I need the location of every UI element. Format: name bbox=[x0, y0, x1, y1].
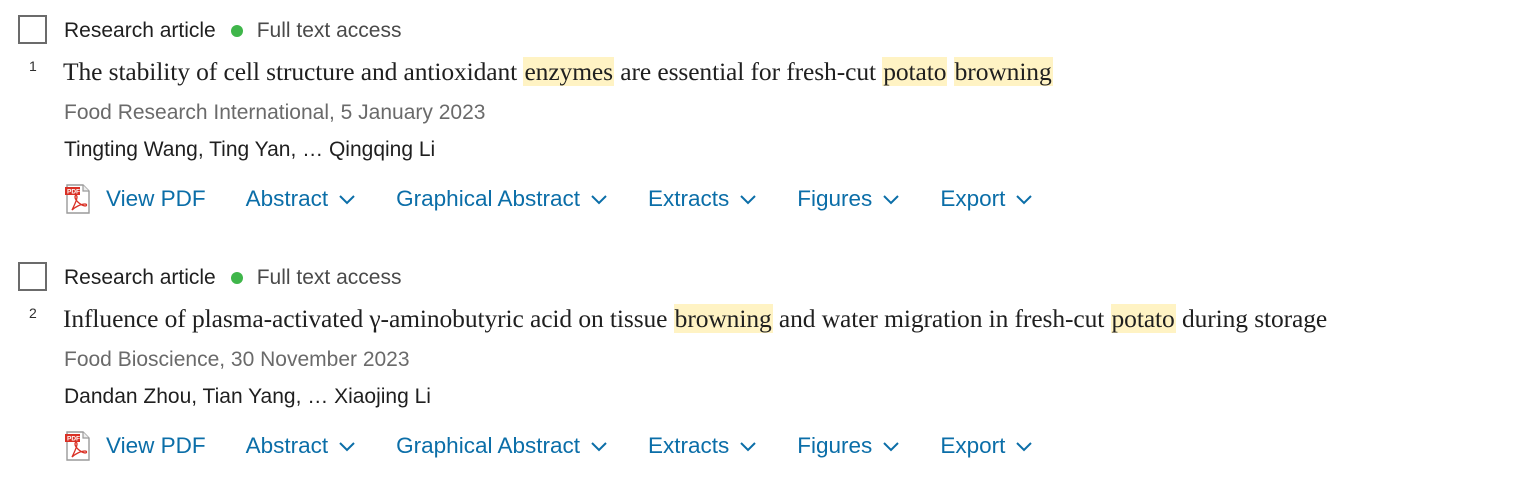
journal-source: Food Research International, 5 January 2… bbox=[64, 101, 486, 124]
svg-text:PDF: PDF bbox=[67, 436, 80, 443]
abstract-toggle[interactable]: Abstract bbox=[246, 433, 357, 459]
export-label: Export bbox=[940, 433, 1006, 458]
chevron-down-icon bbox=[591, 195, 607, 205]
article-type: Research article bbox=[64, 19, 216, 42]
article-type: Research article bbox=[64, 266, 216, 289]
authors: Dandan Zhou, Tian Yang, … Xiaojing Li bbox=[64, 385, 431, 408]
article-title-link[interactable]: The stability of cell structure and anti… bbox=[63, 57, 1053, 87]
article-meta: Research article Full text access bbox=[64, 266, 401, 290]
article-title-link[interactable]: Influence of plasma-activated γ-aminobut… bbox=[63, 304, 1327, 334]
title-text bbox=[947, 57, 953, 86]
result-index: 1 bbox=[29, 58, 37, 74]
extracts-label: Extracts bbox=[648, 186, 730, 211]
chevron-down-icon bbox=[883, 442, 900, 452]
chevron-down-icon bbox=[740, 195, 756, 205]
result-index: 2 bbox=[29, 305, 37, 321]
title-text: The stability of cell structure and anti… bbox=[63, 57, 524, 86]
chevron-down-icon bbox=[1016, 195, 1033, 205]
figures-toggle[interactable]: Figures bbox=[797, 186, 900, 212]
authors: Tingting Wang, Ting Yan, … Qingqing Li bbox=[64, 138, 436, 161]
chevron-down-icon bbox=[339, 442, 355, 452]
title-text: and water migration in fresh-cut bbox=[772, 304, 1111, 333]
action-bar: PDF View PDF Abstract Graphical Abstract… bbox=[64, 183, 1073, 215]
view-pdf-link[interactable]: PDF View PDF bbox=[64, 431, 206, 461]
search-result: 1 Research article Full text access The … bbox=[0, 0, 1536, 240]
abstract-label: Abstract bbox=[245, 186, 329, 211]
abstract-label: Abstract bbox=[245, 433, 329, 458]
action-bar: PDF View PDF Abstract Graphical Abstract… bbox=[64, 430, 1073, 462]
extracts-toggle[interactable]: Extracts bbox=[648, 186, 757, 212]
extracts-toggle[interactable]: Extracts bbox=[648, 433, 757, 459]
view-pdf-label: View PDF bbox=[106, 186, 206, 211]
svg-text:PDF: PDF bbox=[67, 189, 80, 196]
chevron-down-icon bbox=[591, 442, 607, 452]
view-pdf-link[interactable]: PDF View PDF bbox=[64, 184, 206, 214]
view-pdf-label: View PDF bbox=[106, 433, 206, 458]
search-result: 2 Research article Full text access Infl… bbox=[0, 247, 1536, 487]
title-highlight: potato bbox=[882, 57, 948, 86]
graphical-abstract-label: Graphical Abstract bbox=[396, 433, 580, 458]
abstract-toggle[interactable]: Abstract bbox=[246, 186, 357, 212]
title-highlight: browning bbox=[953, 57, 1053, 86]
access-label: Full text access bbox=[256, 19, 402, 42]
figures-label: Figures bbox=[797, 186, 873, 211]
figures-label: Figures bbox=[797, 433, 873, 458]
graphical-abstract-toggle[interactable]: Graphical Abstract bbox=[396, 433, 608, 459]
title-text: are essential for fresh-cut bbox=[613, 57, 883, 86]
title-text: during storage bbox=[1175, 304, 1328, 333]
title-highlight: enzymes bbox=[523, 57, 614, 86]
title-highlight: browning bbox=[673, 304, 773, 333]
export-label: Export bbox=[940, 186, 1006, 211]
article-meta: Research article Full text access bbox=[64, 19, 401, 43]
access-label: Full text access bbox=[256, 266, 402, 289]
select-checkbox[interactable] bbox=[18, 262, 47, 291]
figures-toggle[interactable]: Figures bbox=[797, 433, 900, 459]
green-dot-icon bbox=[230, 272, 243, 284]
pdf-file-icon: PDF bbox=[65, 431, 90, 461]
export-toggle[interactable]: Export bbox=[940, 433, 1033, 459]
pdf-file-icon: PDF bbox=[65, 184, 90, 214]
chevron-down-icon bbox=[1016, 442, 1033, 452]
green-dot-icon bbox=[230, 25, 243, 37]
chevron-down-icon bbox=[339, 195, 355, 205]
title-highlight: potato bbox=[1110, 304, 1176, 333]
chevron-down-icon bbox=[883, 195, 900, 205]
title-text: Influence of plasma-activated γ-aminobut… bbox=[63, 304, 674, 333]
select-checkbox[interactable] bbox=[18, 15, 47, 44]
graphical-abstract-toggle[interactable]: Graphical Abstract bbox=[396, 186, 608, 212]
extracts-label: Extracts bbox=[648, 433, 730, 458]
journal-source: Food Bioscience, 30 November 2023 bbox=[64, 348, 410, 371]
chevron-down-icon bbox=[740, 442, 756, 452]
export-toggle[interactable]: Export bbox=[940, 186, 1033, 212]
graphical-abstract-label: Graphical Abstract bbox=[396, 186, 580, 211]
